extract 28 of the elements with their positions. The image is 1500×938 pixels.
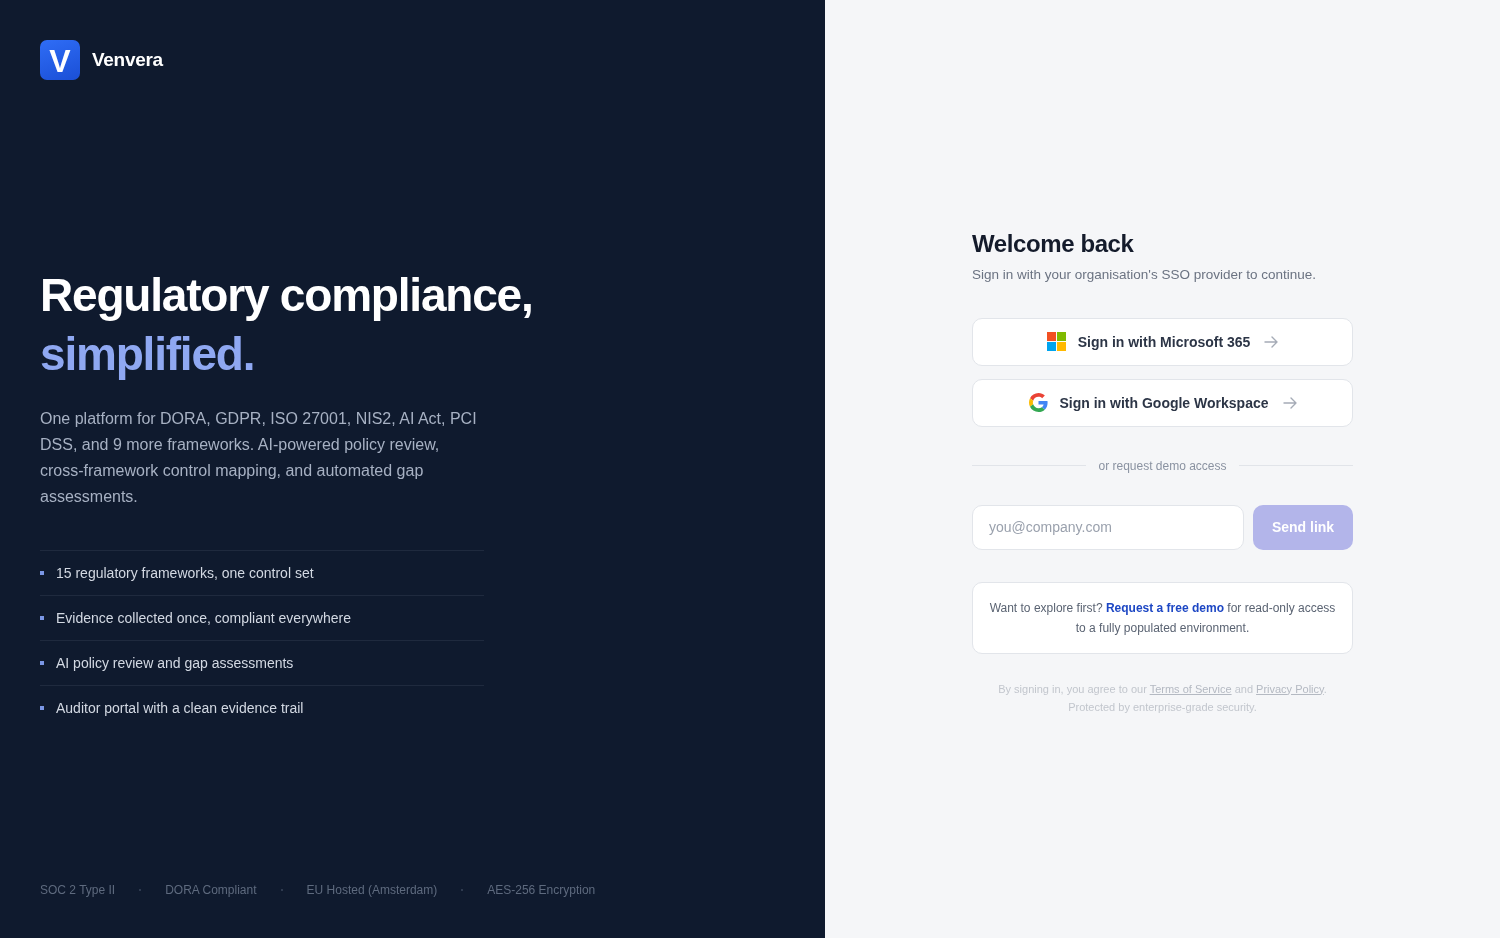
logo-tile: V (40, 40, 80, 80)
form-subtitle: Sign in with your organisation's SSO provider to continue. (972, 265, 1316, 284)
form-title: Welcome back (972, 228, 1134, 259)
headline: Regulatory compliance, simplified. (40, 267, 533, 382)
bullet-icon (40, 706, 44, 710)
feature-text: Evidence collected once, compliant everywhere (56, 609, 351, 626)
demo-note: Want to explore first? Request a free demo for read-only access to a fully populated environment. (972, 581, 1353, 654)
certification-label: DORA Compliant (165, 883, 257, 897)
feature-text: 15 regulatory frameworks, one control set (56, 564, 314, 581)
bullet-icon (40, 615, 44, 620)
arrow-right-icon (1264, 335, 1279, 348)
arrow-right-icon (1282, 396, 1297, 409)
windows-logo-icon (1046, 332, 1066, 351)
hero-description: One platform for DORA, GDPR, ISO 27001, NIS2, AI Act, PCI DSS, and 9 more frameworks. AI-powered policy review, cross-framework control mapping, and automated gap assessments. (40, 408, 478, 507)
certification-label: SOC 2 Type II (40, 883, 116, 897)
email-input[interactable]: you@company.com (972, 504, 1244, 550)
request-demo-link[interactable]: Request a free demo (1105, 600, 1224, 615)
feature-text: Auditor portal with a clean evidence trail (56, 700, 304, 716)
certification-label: AES-256 Encryption (487, 883, 596, 897)
brand-name: Venvera (92, 49, 163, 71)
feature-text: AI policy review and gap assessments (56, 654, 294, 671)
bullet-icon (40, 570, 44, 575)
certification-label: EU Hosted (Amsterdam) (306, 883, 438, 897)
divider-label: or request demo access (1098, 458, 1227, 473)
sso-button[interactable]: Sign in with Google Workspace (972, 378, 1353, 427)
sso-button[interactable]: Sign in with Microsoft 365 (972, 317, 1353, 366)
google-g-icon (1028, 393, 1048, 412)
bullet-icon (40, 660, 44, 665)
